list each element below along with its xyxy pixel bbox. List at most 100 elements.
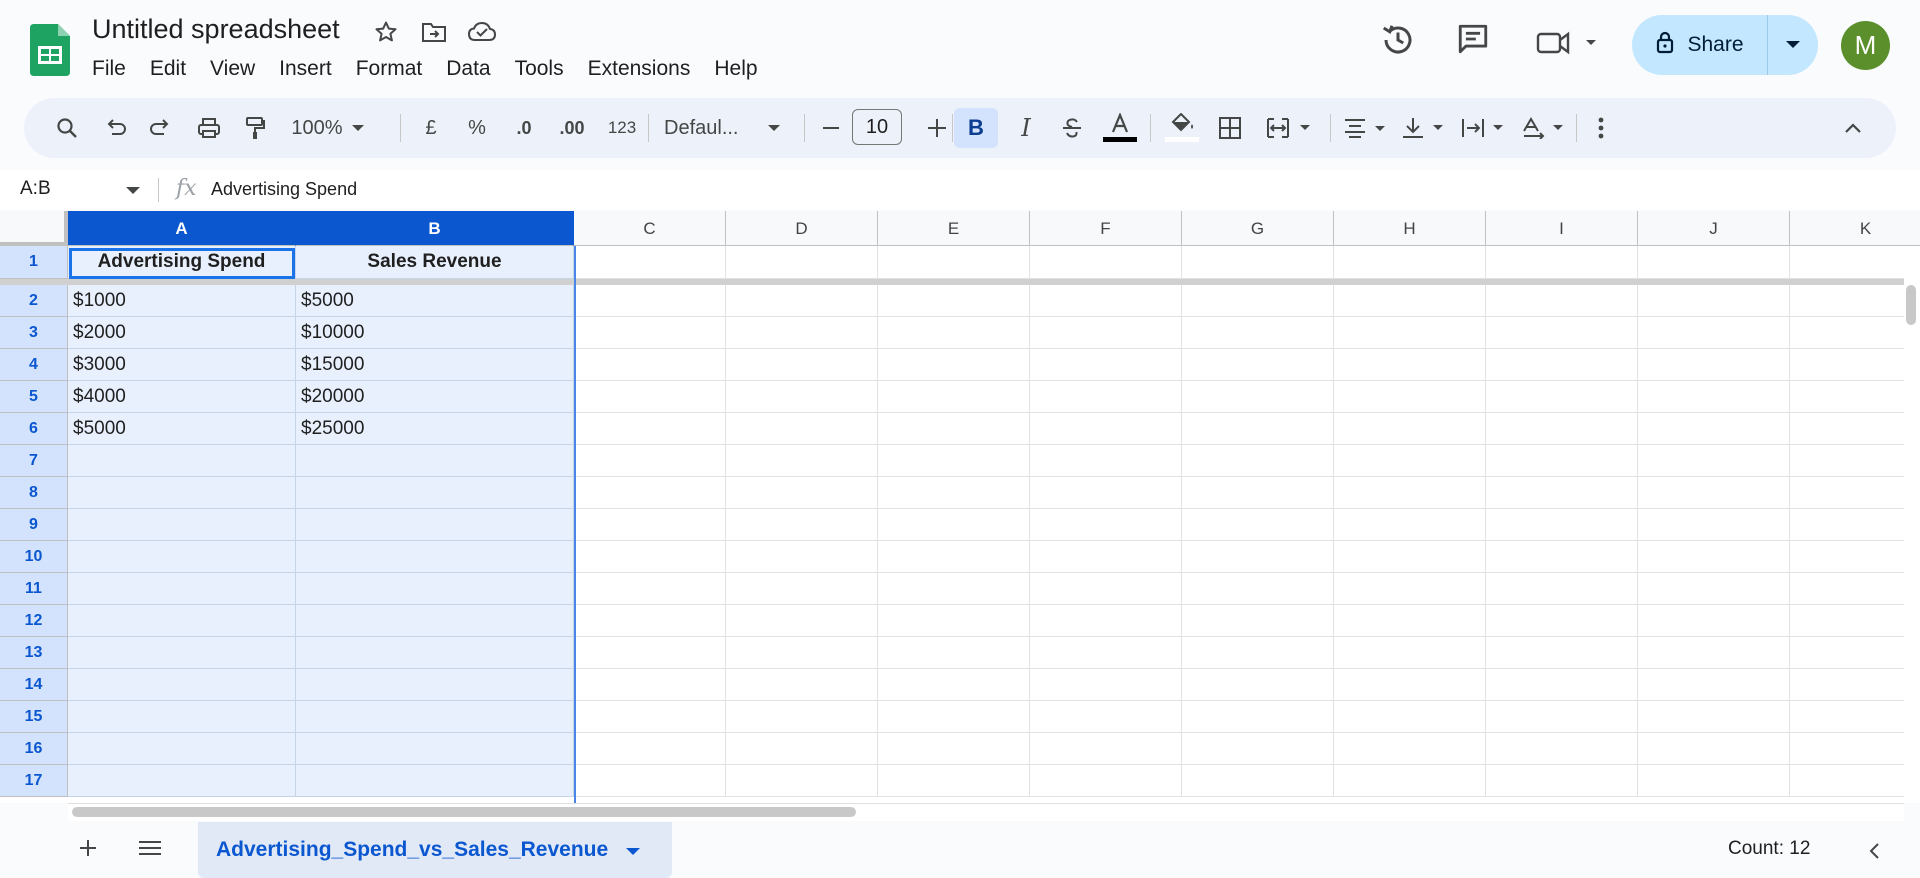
decrease-decimal-button[interactable]: .0 [506,108,542,148]
menu-extensions[interactable]: Extensions [576,55,703,83]
horizontal-align-icon[interactable] [1338,108,1394,148]
cell-i8[interactable] [1486,477,1638,509]
cell-k7[interactable] [1790,445,1920,477]
cell-g14[interactable] [1182,669,1334,701]
cell-g7[interactable] [1182,445,1334,477]
cell-e1[interactable] [878,246,1030,279]
increase-font-size-icon[interactable] [922,108,952,148]
cell-c8[interactable] [574,477,726,509]
font-family-select[interactable]: Defaul... [664,108,776,148]
cell-d10[interactable] [726,541,878,573]
cell-f7[interactable] [1030,445,1182,477]
cell-i12[interactable] [1486,605,1638,637]
cell-c16[interactable] [574,733,726,765]
sheet-tab[interactable]: Advertising_Spend_vs_Sales_Revenue [198,822,672,878]
name-box[interactable]: A:B [20,178,51,200]
cell-a6[interactable]: $5000 [68,413,296,445]
cell-a2[interactable]: $1000 [68,285,296,317]
cell-a12[interactable] [68,605,296,637]
cell-d14[interactable] [726,669,878,701]
cell-e4[interactable] [878,349,1030,381]
cell-c4[interactable] [574,349,726,381]
column-header-j[interactable]: J [1638,211,1790,246]
formula-input[interactable]: Advertising Spend [211,179,357,200]
column-header-e[interactable]: E [878,211,1030,246]
row-header-3[interactable]: 3 [0,317,68,349]
cell-g8[interactable] [1182,477,1334,509]
cell-e10[interactable] [878,541,1030,573]
cell-b17[interactable] [296,765,574,797]
cell-k6[interactable] [1790,413,1920,445]
row-header-9[interactable]: 9 [0,509,68,541]
cell-c12[interactable] [574,605,726,637]
borders-icon[interactable] [1210,108,1250,148]
increase-decimal-button[interactable]: .00 [552,108,592,148]
cell-e8[interactable] [878,477,1030,509]
cell-f5[interactable] [1030,381,1182,413]
cell-k16[interactable] [1790,733,1920,765]
cell-b11[interactable] [296,573,574,605]
cell-c10[interactable] [574,541,726,573]
spreadsheet-grid[interactable]: A B C D E F G H I J K 1 Advertising Spend Sales Reven… [0,211,1920,803]
menu-data[interactable]: Data [434,55,502,83]
row-header-2[interactable]: 2 [0,285,68,317]
cell-a8[interactable] [68,477,296,509]
cell-j17[interactable] [1638,765,1790,797]
cell-c5[interactable] [574,381,726,413]
frozen-row-divider[interactable] [0,279,1904,285]
cell-e16[interactable] [878,733,1030,765]
cell-a15[interactable] [68,701,296,733]
cell-j5[interactable] [1638,381,1790,413]
cell-k14[interactable] [1790,669,1920,701]
cell-d5[interactable] [726,381,878,413]
cell-e6[interactable] [878,413,1030,445]
cell-d11[interactable] [726,573,878,605]
cell-k10[interactable] [1790,541,1920,573]
cell-g2[interactable] [1182,285,1334,317]
currency-format-button[interactable]: £ [416,108,446,148]
menu-edit[interactable]: Edit [138,55,198,83]
cell-h2[interactable] [1334,285,1486,317]
cell-a7[interactable] [68,445,296,477]
cell-h11[interactable] [1334,573,1486,605]
cell-a11[interactable] [68,573,296,605]
cell-f16[interactable] [1030,733,1182,765]
column-header-g[interactable]: G [1182,211,1334,246]
cell-g6[interactable] [1182,413,1334,445]
cell-h3[interactable] [1334,317,1486,349]
cell-i2[interactable] [1486,285,1638,317]
cell-a9[interactable] [68,509,296,541]
cell-k8[interactable] [1790,477,1920,509]
cell-b7[interactable] [296,445,574,477]
cell-h13[interactable] [1334,637,1486,669]
all-sheets-icon[interactable] [138,840,162,856]
cell-h8[interactable] [1334,477,1486,509]
cell-i15[interactable] [1486,701,1638,733]
cell-k9[interactable] [1790,509,1920,541]
cell-a10[interactable] [68,541,296,573]
cell-h6[interactable] [1334,413,1486,445]
meet-icon[interactable] [1536,28,1598,58]
row-header-7[interactable]: 7 [0,445,68,477]
cell-j3[interactable] [1638,317,1790,349]
cell-i11[interactable] [1486,573,1638,605]
cell-e2[interactable] [878,285,1030,317]
cell-a4[interactable]: $3000 [68,349,296,381]
menu-help[interactable]: Help [702,55,769,83]
cell-b13[interactable] [296,637,574,669]
cell-f10[interactable] [1030,541,1182,573]
row-header-6[interactable]: 6 [0,413,68,445]
menu-file[interactable]: File [80,55,138,83]
cell-b4[interactable]: $15000 [296,349,574,381]
cell-k12[interactable] [1790,605,1920,637]
cell-f2[interactable] [1030,285,1182,317]
row-header-17[interactable]: 17 [0,765,68,797]
column-header-c[interactable]: C [574,211,726,246]
cell-h1[interactable] [1334,246,1486,279]
cell-i6[interactable] [1486,413,1638,445]
cell-g15[interactable] [1182,701,1334,733]
cell-d12[interactable] [726,605,878,637]
text-color-icon[interactable] [1100,108,1140,148]
cell-g5[interactable] [1182,381,1334,413]
cell-h16[interactable] [1334,733,1486,765]
